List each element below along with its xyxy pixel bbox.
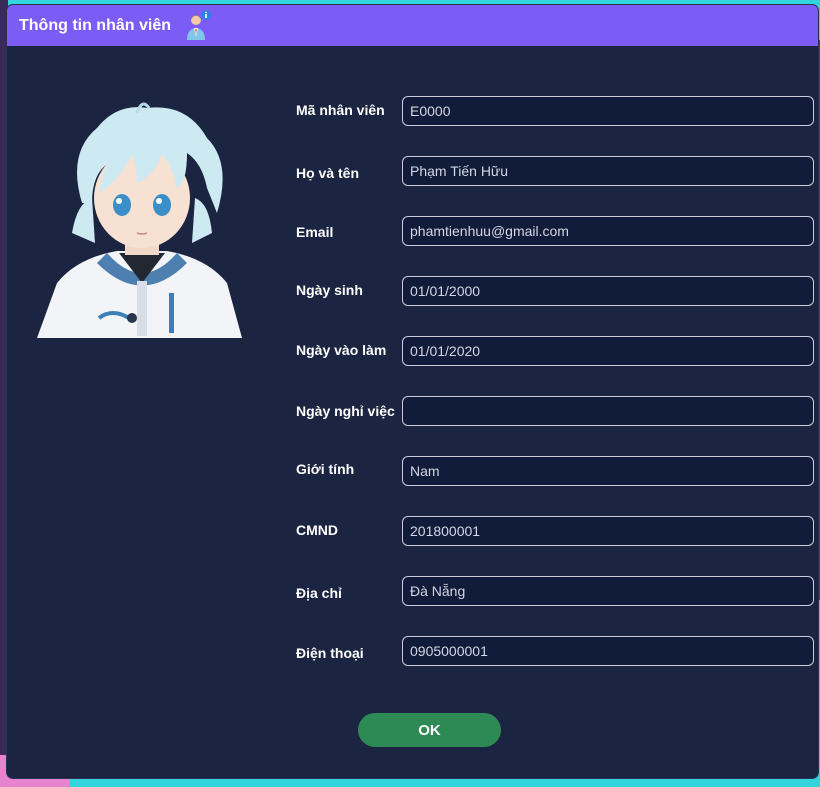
birth-date-label: Ngày sinh	[296, 282, 363, 298]
email-label: Email	[296, 224, 334, 240]
ok-button[interactable]: OK	[358, 713, 501, 747]
email-field[interactable]	[402, 216, 814, 246]
employee-avatar	[37, 93, 247, 338]
field-row-id-card: CMND	[296, 516, 816, 548]
dialog-titlebar[interactable]: Thông tin nhân viên	[7, 5, 818, 46]
leave-date-label: Ngày nghỉ việc	[296, 403, 395, 419]
full-name-label: Họ và tên	[296, 165, 360, 181]
start-date-label: Ngày vào làm	[296, 342, 387, 358]
gender-field[interactable]	[402, 456, 814, 486]
address-label: Địa chỉ	[296, 585, 342, 601]
start-date-field[interactable]	[402, 336, 814, 366]
birth-date-field[interactable]	[402, 276, 814, 306]
field-row-phone: Điện thoại	[296, 636, 816, 668]
id-card-label: CMND	[296, 522, 338, 538]
field-row-leave-date: Ngày nghỉ việc	[296, 396, 816, 428]
employee-id-field[interactable]	[402, 96, 814, 126]
field-row-full-name: Họ và tên	[296, 156, 816, 188]
field-row-employee-id: Mã nhân viên	[296, 96, 816, 128]
employee-id-label: Mã nhân viên	[296, 102, 385, 118]
address-field[interactable]	[402, 576, 814, 606]
dialog-title: Thông tin nhân viên	[19, 16, 171, 34]
employee-info-dialog: Thông tin nhân viên Mã nhân viên E0000 H…	[7, 5, 818, 778]
gender-label: Giới tính	[296, 461, 355, 477]
field-row-start-date: Ngày vào làm	[296, 336, 816, 368]
full-name-field[interactable]	[402, 156, 814, 186]
field-row-birth-date: Ngày sinh	[296, 276, 816, 308]
phone-label: Điện thoại	[296, 645, 364, 661]
field-row-gender: Giới tính	[296, 456, 816, 488]
field-row-address: Địa chỉ	[296, 576, 816, 608]
employee-info-icon	[185, 9, 211, 42]
field-row-email: Email	[296, 216, 816, 248]
leave-date-field[interactable]	[402, 396, 814, 426]
id-card-field[interactable]	[402, 516, 814, 546]
phone-field[interactable]	[402, 636, 814, 666]
